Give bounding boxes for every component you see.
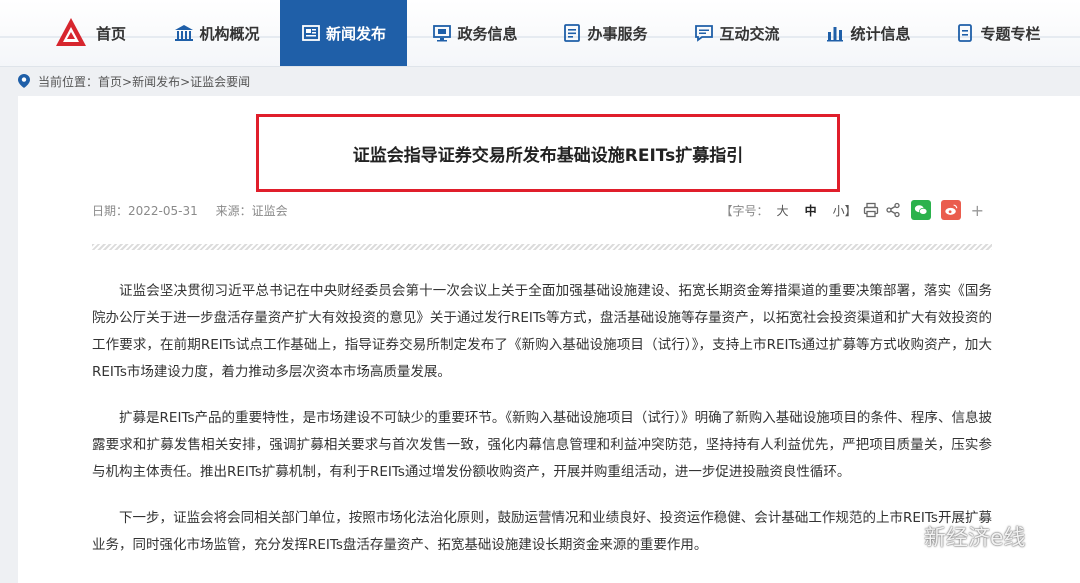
nav-item-label: 政务信息 [457,24,518,43]
print-icon[interactable] [863,202,879,218]
nav-item-label: 专题专栏 [980,24,1041,43]
font-size-medium-button[interactable]: 中 [805,202,817,219]
paragraph: 证监会坚决贯彻习近平总书记在中央财经委员会第十一次会议上关于全面加强基础设施建设… [92,283,992,380]
breadcrumb-path[interactable]: 首页>新闻发布>证监会要闻 [98,73,250,90]
nav-item-home[interactable]: 首页 [40,0,140,66]
nav-item-services[interactable]: 办事服务 [555,0,655,66]
watermark-text: 新经济e线 [924,526,1026,551]
nav-item-label: 机构概况 [199,24,260,43]
nav-item-label: 首页 [95,24,126,43]
monitor-icon [432,23,452,43]
document-list-icon [562,23,582,43]
more-share-icon[interactable]: + [971,201,984,220]
article-card: 证监会指导证券交易所发布基础设施REITs扩募指引 日期：2022-05-31 … [18,96,1080,583]
font-size-small-button[interactable]: 小】 [833,202,857,219]
article-date: 日期：2022-05-31 [92,204,198,218]
article-source: 来源：证监会 [215,204,288,218]
article-divider [92,244,992,250]
article-tools: 【字号： 大 中 小】 + [721,200,984,220]
wechat-watermark-icon [890,524,918,548]
nav-item-affairs[interactable]: 政务信息 [425,0,525,66]
breadcrumb: 当前位置： 首页>新闻发布>证监会要闻 [18,72,250,90]
file-icon [955,23,975,43]
nav-item-label: 互动交流 [719,24,780,43]
nav-item-topics[interactable]: 专题专栏 [948,0,1048,66]
nav-item-overview[interactable]: 机构概况 [162,0,272,66]
nav-item-news[interactable]: 新闻发布 [280,0,407,66]
csrc-logo-icon [54,16,88,50]
nav-item-label: 办事服务 [587,24,648,43]
paragraph: 扩募是REITs产品的重要特性，是市场建设不可缺少的重要环节。《新购入基础设施项… [92,410,992,480]
breadcrumb-prefix: 当前位置： [38,74,99,89]
font-size-large-button[interactable]: 大 [777,202,789,219]
chat-bubble-icon [694,23,714,43]
share-icon[interactable] [885,202,901,218]
newspaper-icon [301,23,321,43]
title-highlight-box: 证监会指导证券交易所发布基础设施REITs扩募指引 [256,114,840,192]
bar-chart-icon [825,23,845,43]
building-icon [174,23,194,43]
nav-item-statistics[interactable]: 统计信息 [818,0,918,66]
location-pin-icon [18,74,30,88]
font-size-label: 【字号： [720,203,769,218]
nav-item-interaction[interactable]: 互动交流 [687,0,787,66]
article-title: 证监会指导证券交易所发布基础设施REITs扩募指引 [352,145,744,166]
nav-item-label: 统计信息 [850,24,911,43]
wechat-share-icon[interactable] [910,200,931,220]
article-meta: 日期：2022-05-31 来源：证监会 [92,202,302,219]
weibo-share-icon[interactable] [940,200,961,220]
nav-item-label: 新闻发布 [325,24,386,43]
watermark: 新经济e线 [890,520,1026,552]
top-nav: 首页 机构概况 新闻发布 政务信息 办事服务 互动交流 统计信息 专题专栏 [0,0,1080,67]
article-body: 证监会坚决贯彻习近平总书记在中央财经委员会第十一次会议上关于全面加强基础设施建设… [92,278,992,578]
paragraph: 下一步，证监会将会同相关部门单位，按照市场化法治化原则，鼓励运营情况和业绩良好、… [92,510,992,553]
